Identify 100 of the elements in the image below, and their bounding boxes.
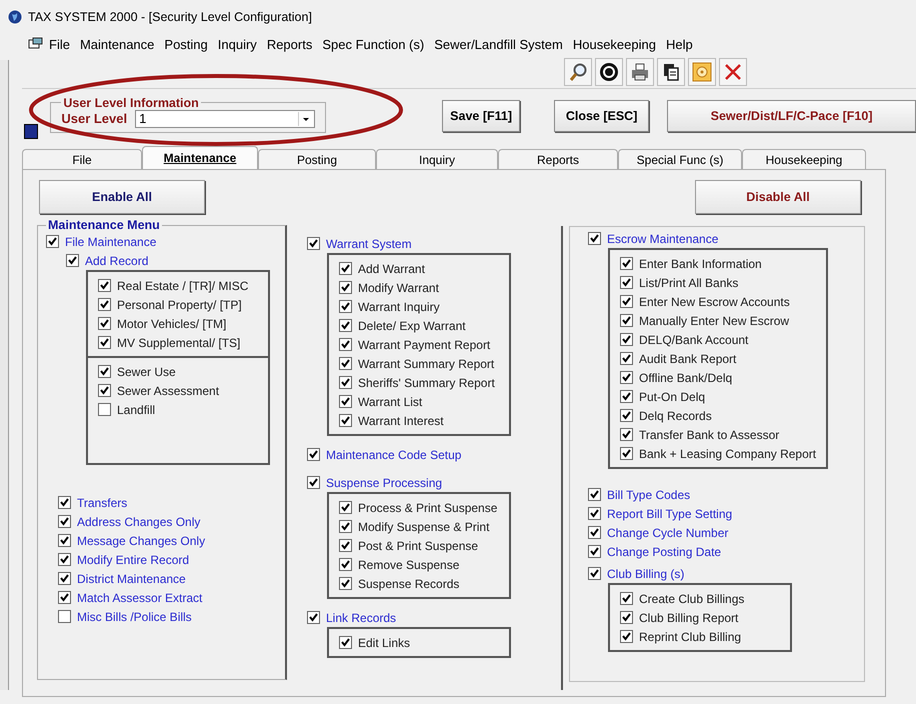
menu-item[interactable]: Housekeeping	[568, 36, 661, 52]
checkbox[interactable]	[98, 384, 111, 397]
tab[interactable]: Special Func (s)	[618, 149, 742, 169]
checkbox[interactable]	[98, 317, 111, 330]
tab[interactable]: Reports	[498, 149, 618, 169]
checkbox[interactable]	[620, 314, 633, 327]
checkbox-label: Real Estate / [TR]/ MISC	[117, 278, 248, 292]
disable-all-button[interactable]: Disable All	[695, 180, 861, 214]
checkbox[interactable]	[307, 448, 320, 461]
tab[interactable]: File	[22, 149, 142, 169]
checkbox[interactable]	[620, 257, 633, 270]
checkbox[interactable]	[58, 534, 71, 547]
checkbox[interactable]	[58, 515, 71, 528]
checkbox[interactable]	[339, 376, 352, 389]
toolbar-button[interactable]	[657, 58, 685, 86]
checkbox[interactable]	[620, 409, 633, 422]
checkbox-label: District Maintenance	[77, 572, 186, 586]
checkbox-label: Club Billing (s)	[607, 566, 684, 580]
toolbar-button[interactable]	[564, 58, 592, 86]
status-indicator	[24, 124, 38, 139]
checkbox[interactable]	[307, 611, 320, 624]
checkbox-label: Process & Print Suspense	[358, 500, 498, 514]
checkbox[interactable]	[58, 591, 71, 604]
app-menu-icon[interactable]	[28, 37, 44, 51]
checkbox[interactable]	[339, 558, 352, 571]
checkbox[interactable]	[620, 630, 633, 643]
checkbox[interactable]	[339, 636, 352, 649]
toolbar-button[interactable]	[595, 58, 623, 86]
checkbox-label: List/Print All Banks	[639, 276, 738, 290]
checkbox[interactable]	[339, 319, 352, 332]
checkbox[interactable]	[620, 333, 633, 346]
checkbox[interactable]	[339, 501, 352, 514]
checkbox[interactable]	[66, 254, 79, 267]
menu-item[interactable]: Maintenance	[74, 36, 160, 52]
checkbox[interactable]	[98, 365, 111, 378]
checkbox[interactable]	[58, 553, 71, 566]
checkbox-label: Enter New Escrow Accounts	[639, 294, 790, 308]
checkbox[interactable]	[98, 279, 111, 292]
checkbox[interactable]	[58, 610, 71, 623]
tab[interactable]: Housekeeping	[742, 149, 866, 169]
checkbox-label: Personal Property/ [TP]	[117, 298, 242, 312]
checkbox[interactable]	[620, 276, 633, 289]
menu-item[interactable]: Posting	[159, 36, 213, 52]
checkbox-label: Post & Print Suspense	[358, 538, 478, 552]
checkbox-label: Change Cycle Number	[607, 526, 728, 540]
checkbox[interactable]	[58, 572, 71, 585]
checkbox-label: Transfers	[77, 496, 128, 510]
checkbox[interactable]	[620, 295, 633, 308]
action-button[interactable]: Save [F11]	[442, 100, 520, 132]
checkbox[interactable]	[620, 352, 633, 365]
tab[interactable]: Inquiry	[376, 149, 498, 169]
checkbox[interactable]	[339, 300, 352, 313]
checkbox[interactable]	[339, 414, 352, 427]
checkbox-label: Motor Vehicles/ [TM]	[117, 316, 226, 330]
checkbox[interactable]	[307, 237, 320, 250]
checkbox[interactable]	[339, 262, 352, 275]
menu-item[interactable]: Reports	[262, 36, 318, 52]
checkbox-label: Message Changes Only	[77, 534, 206, 548]
tab[interactable]: Maintenance	[142, 146, 258, 169]
checkbox[interactable]	[98, 403, 111, 416]
checkbox[interactable]	[46, 235, 59, 248]
checkbox[interactable]	[339, 395, 352, 408]
checkbox[interactable]	[620, 428, 633, 441]
checkbox[interactable]	[620, 390, 633, 403]
menu-item[interactable]: Sewer/Landfill System	[429, 36, 568, 52]
menu-item[interactable]: Help	[660, 36, 698, 52]
checkbox[interactable]	[339, 539, 352, 552]
checkbox[interactable]	[588, 545, 601, 558]
checkbox[interactable]	[620, 447, 633, 460]
checkbox[interactable]	[58, 496, 71, 509]
checkbox[interactable]	[620, 371, 633, 384]
checkbox[interactable]	[339, 357, 352, 370]
checkbox[interactable]	[98, 336, 111, 349]
menu-item[interactable]: Spec Function (s)	[317, 36, 430, 52]
action-button[interactable]: Close [ESC]	[554, 100, 650, 132]
checkbox-label: Warrant List	[358, 394, 422, 408]
checkbox[interactable]	[98, 298, 111, 311]
checkbox-label: Sheriffs' Summary Report	[358, 376, 495, 390]
checkbox[interactable]	[588, 488, 601, 501]
menu-item[interactable]: File	[44, 36, 75, 52]
tab[interactable]: Posting	[258, 149, 376, 169]
checkbox-label: Edit Links	[358, 636, 410, 650]
menu-item[interactable]: Inquiry	[212, 36, 262, 52]
enable-all-button[interactable]: Enable All	[39, 180, 205, 214]
action-button[interactable]: Sewer/Dist/LF/C-Pace [F10]	[667, 100, 916, 132]
checkbox[interactable]	[339, 281, 352, 294]
checkbox[interactable]	[588, 507, 601, 520]
checkbox[interactable]	[588, 567, 601, 580]
checkbox-label: Delq Records	[639, 408, 712, 422]
checkbox[interactable]	[339, 338, 352, 351]
checkbox[interactable]	[620, 611, 633, 624]
checkbox[interactable]	[588, 526, 601, 539]
checkbox[interactable]	[339, 577, 352, 590]
checkbox[interactable]	[620, 592, 633, 605]
checkbox[interactable]	[307, 476, 320, 489]
checkbox[interactable]	[588, 232, 601, 245]
user-level-dropdown[interactable]: 1	[135, 110, 316, 128]
checkbox[interactable]	[339, 520, 352, 533]
toolbar-button[interactable]	[626, 58, 654, 86]
checkbox-label: Modify Warrant	[358, 280, 439, 294]
